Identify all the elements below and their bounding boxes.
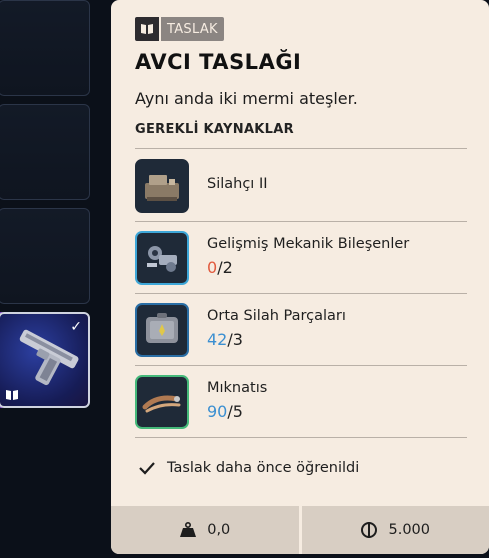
resource-name: Gelişmiş Mekanik Bileşenler bbox=[207, 236, 410, 252]
weight-value: 0,0 bbox=[207, 522, 231, 538]
resource-name: Mıknatıs bbox=[207, 380, 268, 396]
resource-row: Silahçı II bbox=[135, 156, 467, 216]
resource-name: Orta Silah Parçaları bbox=[207, 308, 346, 324]
resource-need: 5 bbox=[232, 402, 243, 421]
resource-row: Mıknatıs 90/5 bbox=[135, 372, 467, 432]
book-icon bbox=[6, 390, 18, 400]
item-title: AVCI TASLAĞI bbox=[135, 50, 302, 74]
inventory-slot[interactable] bbox=[0, 208, 90, 304]
learned-text: Taslak daha önce öğrenildi bbox=[167, 460, 360, 476]
resource-have: 42 bbox=[207, 330, 228, 349]
magnet-icon bbox=[135, 375, 189, 429]
inventory-slot[interactable] bbox=[0, 104, 90, 200]
checkmark-icon bbox=[139, 462, 155, 475]
resource-count: 90/5 bbox=[207, 402, 243, 421]
weight-display: 0,0 bbox=[111, 506, 299, 554]
required-resources-header: GEREKLİ KAYNAKLAR bbox=[135, 122, 294, 137]
divider bbox=[135, 437, 467, 438]
workbench-icon bbox=[135, 159, 189, 213]
price-value: 5.000 bbox=[388, 522, 430, 538]
blueprint-badge: TASLAK bbox=[135, 17, 224, 41]
resource-have: 0 bbox=[207, 258, 218, 277]
item-footer: 0,0 5.000 bbox=[111, 506, 489, 554]
divider bbox=[135, 365, 467, 366]
coin-icon bbox=[361, 522, 378, 538]
resource-have: 90 bbox=[207, 402, 228, 421]
learned-status: Taslak daha önce öğrenildi bbox=[135, 460, 359, 476]
inventory-slot[interactable] bbox=[0, 0, 90, 96]
blueprint-tooltip: TASLAK AVCI TASLAĞI Aynı anda iki mermi … bbox=[111, 0, 489, 554]
divider bbox=[135, 293, 467, 294]
weapon-parts-case-icon bbox=[135, 303, 189, 357]
divider bbox=[135, 221, 467, 222]
learned-check-icon: ✓ bbox=[70, 319, 82, 335]
badge-label: TASLAK bbox=[161, 17, 224, 41]
resource-count: 0/2 bbox=[207, 258, 233, 277]
resource-need: 3 bbox=[232, 330, 243, 349]
resource-need: 2 bbox=[222, 258, 233, 277]
resource-count: 42/3 bbox=[207, 330, 243, 349]
inventory-slot-selected[interactable]: ✓ bbox=[0, 312, 90, 408]
weight-icon bbox=[180, 522, 197, 537]
book-icon bbox=[135, 17, 159, 41]
item-description: Aynı anda iki mermi ateşler. bbox=[135, 89, 358, 108]
divider bbox=[135, 148, 467, 149]
resource-row: Gelişmiş Mekanik Bileşenler 0/2 bbox=[135, 228, 467, 288]
mechanical-parts-icon bbox=[135, 231, 189, 285]
resource-row: Orta Silah Parçaları 42/3 bbox=[135, 300, 467, 360]
resource-name: Silahçı II bbox=[207, 176, 268, 192]
price-display: 5.000 bbox=[302, 506, 489, 554]
